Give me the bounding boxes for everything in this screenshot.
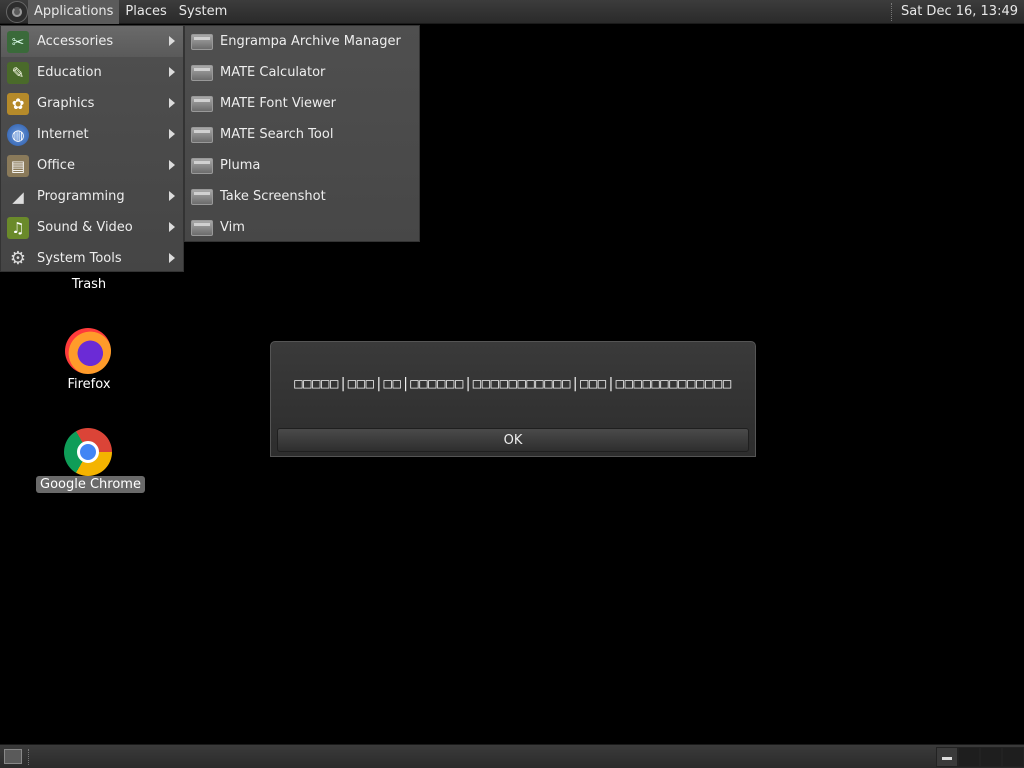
accessories-icon: ✂ <box>7 30 29 53</box>
applications-dropdown: ✂ Accessories ✎ Education ✿ Graphics ◍ I… <box>0 25 184 272</box>
panel-handle <box>28 749 32 765</box>
submenu-arrow-icon <box>169 36 175 46</box>
submenu-item-calculator[interactable]: MATE Calculator <box>185 57 419 88</box>
menu-item-graphics[interactable]: ✿ Graphics <box>1 88 183 119</box>
submenu-item-label: MATE Calculator <box>220 65 326 80</box>
workspace-2[interactable] <box>958 747 980 767</box>
menu-item-label: Education <box>37 65 102 80</box>
menu-item-label: Programming <box>37 189 125 204</box>
sound-video-icon: ♫ <box>7 216 29 239</box>
submenu-item-label: Engrampa Archive Manager <box>220 34 401 49</box>
mate-logo-icon[interactable] <box>6 0 28 23</box>
app-window-icon <box>191 219 213 236</box>
internet-icon: ◍ <box>7 123 29 146</box>
submenu-arrow-icon <box>169 253 175 263</box>
accessories-submenu: Engrampa Archive Manager MATE Calculator… <box>184 25 420 242</box>
office-icon: ▤ <box>7 154 29 177</box>
menu-item-sound-video[interactable]: ♫ Sound & Video <box>1 212 183 243</box>
submenu-item-engrampa[interactable]: Engrampa Archive Manager <box>185 26 419 57</box>
panel-separator <box>890 2 893 21</box>
bottom-panel <box>0 744 1024 768</box>
app-window-icon <box>191 64 213 81</box>
trash-label[interactable]: Trash <box>62 277 116 292</box>
menu-item-education[interactable]: ✎ Education <box>1 57 183 88</box>
firefox-label[interactable]: Firefox <box>60 377 118 392</box>
menu-item-label: Accessories <box>37 34 114 49</box>
ok-button[interactable]: OK <box>277 428 749 452</box>
clock[interactable]: Sat Dec 16, 13:49 <box>901 4 1024 19</box>
submenu-item-screenshot[interactable]: Take Screenshot <box>185 181 419 212</box>
submenu-arrow-icon <box>169 129 175 139</box>
submenu-arrow-icon <box>169 98 175 108</box>
workspace-1[interactable] <box>936 747 958 767</box>
app-window-icon <box>191 188 213 205</box>
workspace-4[interactable] <box>1002 747 1024 767</box>
dialog-message: □□□□□|□□□|□□|□□□□□□|□□□□□□□□□□□|□□□|□□□□… <box>294 376 732 392</box>
submenu-arrow-icon <box>169 160 175 170</box>
submenu-arrow-icon <box>169 191 175 201</box>
top-panel: Applications Places System Sat Dec 16, 1… <box>0 0 1024 24</box>
menu-item-label: Internet <box>37 127 89 142</box>
app-window-icon <box>191 126 213 143</box>
chrome-label[interactable]: Google Chrome <box>36 476 145 493</box>
chrome-icon[interactable] <box>64 428 112 476</box>
menu-item-label: Office <box>37 158 75 173</box>
submenu-item-font-viewer[interactable]: MATE Font Viewer <box>185 88 419 119</box>
programming-icon: ◢ <box>12 187 24 206</box>
submenu-item-search-tool[interactable]: MATE Search Tool <box>185 119 419 150</box>
submenu-item-label: MATE Font Viewer <box>220 96 337 111</box>
workspace-3[interactable] <box>980 747 1002 767</box>
submenu-item-label: Vim <box>220 220 245 235</box>
menu-item-label: Sound & Video <box>37 220 133 235</box>
firefox-icon[interactable] <box>65 328 111 374</box>
submenu-arrow-icon <box>169 222 175 232</box>
system-menu[interactable]: System <box>173 0 233 24</box>
app-window-icon <box>191 95 213 112</box>
app-window-icon <box>191 157 213 174</box>
show-desktop-icon[interactable] <box>4 749 22 764</box>
submenu-item-label: MATE Search Tool <box>220 127 334 142</box>
applications-menu[interactable]: Applications <box>28 0 120 24</box>
system-tools-icon: ⚙ <box>9 248 27 269</box>
menu-item-system-tools[interactable]: ⚙ System Tools <box>1 243 183 274</box>
app-window-icon <box>191 33 213 50</box>
submenu-item-label: Take Screenshot <box>220 189 326 204</box>
submenu-arrow-icon <box>169 67 175 77</box>
submenu-item-pluma[interactable]: Pluma <box>185 150 419 181</box>
menu-item-label: System Tools <box>37 251 122 266</box>
menu-item-office[interactable]: ▤ Office <box>1 150 183 181</box>
places-menu[interactable]: Places <box>119 0 172 24</box>
graphics-icon: ✿ <box>7 92 29 115</box>
menu-item-label: Graphics <box>37 96 95 111</box>
education-icon: ✎ <box>7 61 29 84</box>
submenu-item-vim[interactable]: Vim <box>185 212 419 243</box>
message-dialog: □□□□□|□□□|□□|□□□□□□|□□□□□□□□□□□|□□□|□□□□… <box>270 341 756 457</box>
submenu-item-label: Pluma <box>220 158 261 173</box>
menu-item-internet[interactable]: ◍ Internet <box>1 119 183 150</box>
menu-item-accessories[interactable]: ✂ Accessories <box>1 26 183 57</box>
menu-item-programming[interactable]: ◢ Programming <box>1 181 183 212</box>
